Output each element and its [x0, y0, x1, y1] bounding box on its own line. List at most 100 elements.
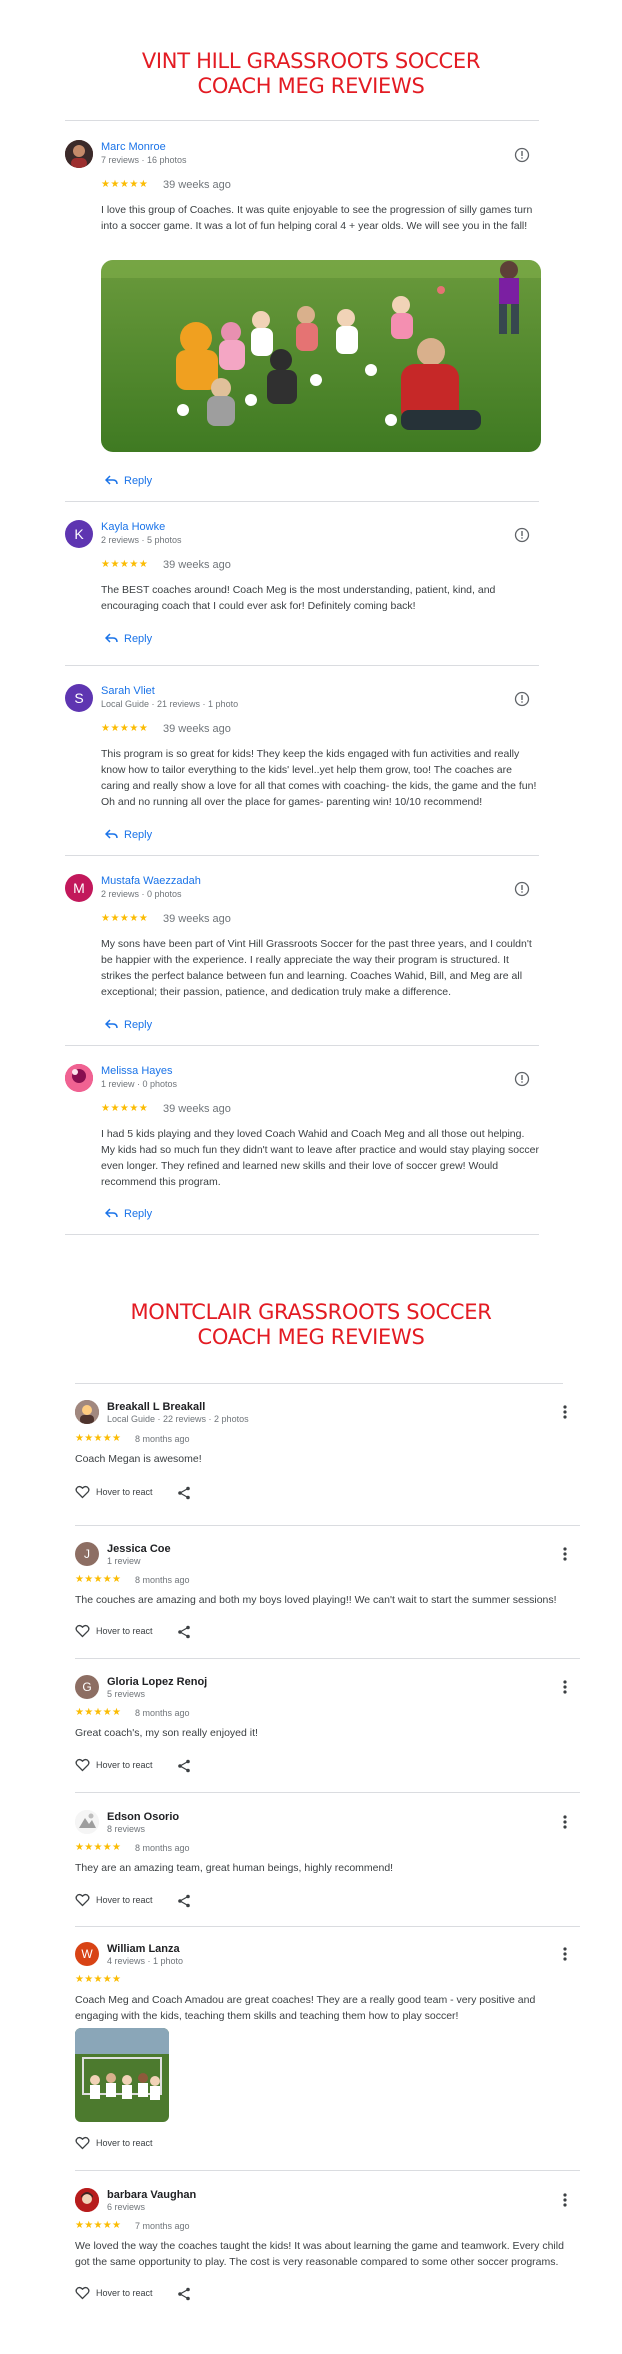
avatar[interactable] — [75, 1400, 99, 1424]
reviewer-meta: 7 reviews · 16 photos — [101, 155, 187, 165]
share-icon[interactable] — [177, 1759, 191, 1773]
review-date: 8 months ago — [135, 1575, 190, 1585]
react-label: Hover to react — [96, 1626, 153, 1636]
avatar[interactable]: J — [75, 1542, 99, 1566]
share-icon[interactable] — [177, 1486, 191, 1500]
react-label: Hover to react — [96, 2288, 153, 2298]
heart-icon — [75, 1485, 90, 1499]
divider — [65, 501, 539, 502]
more-options-icon[interactable] — [558, 1679, 572, 1695]
info-icon[interactable] — [514, 691, 530, 707]
react-label: Hover to react — [96, 2138, 153, 2148]
info-icon[interactable] — [514, 1071, 530, 1087]
reviewer-meta: 2 reviews · 5 photos — [101, 535, 182, 545]
review-date: 7 months ago — [135, 2221, 190, 2231]
review-text: The BEST coaches around! Coach Meg is th… — [101, 584, 496, 612]
reviewer-name[interactable]: barbara Vaughan — [107, 2189, 196, 2201]
reviewer-meta: 6 reviews — [107, 2202, 146, 2212]
reviewer-name[interactable]: William Lanza — [107, 1943, 180, 1955]
review-text: My sons have been part of Vint Hill Gras… — [101, 938, 532, 998]
review-card: M Mustafa Waezzadah 2 reviews · 0 photos… — [65, 874, 539, 1044]
review-date: 39 weeks ago — [163, 179, 231, 191]
team-photo — [75, 2028, 169, 2122]
review-photo[interactable] — [75, 2028, 169, 2122]
review-date: 8 months ago — [135, 1708, 190, 1718]
reply-icon — [105, 829, 118, 839]
reviewer-name[interactable]: Sarah Vliet — [101, 685, 155, 697]
review-text: The couches are amazing and both my boys… — [75, 1594, 557, 1606]
info-icon[interactable] — [514, 881, 530, 897]
reviewer-name[interactable]: Marc Monroe — [101, 141, 166, 153]
divider — [75, 1383, 563, 1384]
share-icon[interactable] — [177, 1625, 191, 1639]
reviewer-name[interactable]: Jessica Coe — [107, 1543, 171, 1555]
reply-icon — [105, 1208, 118, 1218]
review-photo[interactable] — [101, 260, 541, 452]
reviewer-name[interactable]: Edson Osorio — [107, 1811, 179, 1823]
react-button[interactable]: Hover to react — [75, 2286, 153, 2300]
react-button[interactable]: Hover to react — [75, 1758, 153, 1772]
reply-button[interactable]: Reply — [105, 829, 152, 841]
share-icon[interactable] — [177, 2287, 191, 2301]
reviewer-meta: 5 reviews — [107, 1689, 146, 1699]
more-options-icon[interactable] — [558, 1946, 572, 1962]
profile-photo-icon — [65, 1064, 93, 1092]
avatar[interactable]: K — [65, 520, 93, 548]
more-options-icon[interactable] — [558, 1404, 572, 1420]
reply-label: Reply — [124, 1019, 153, 1031]
more-options-icon[interactable] — [558, 1814, 572, 1830]
share-icon[interactable] — [177, 1894, 191, 1908]
review-card: Edson Osorio 8 reviews ★★★★★ 8 months ag… — [75, 1810, 580, 1910]
avatar[interactable] — [75, 2188, 99, 2212]
review-date: 39 weeks ago — [163, 1103, 231, 1115]
info-icon[interactable] — [514, 147, 530, 163]
review-text: They are an amazing team, great human be… — [75, 1862, 394, 1874]
reply-button[interactable]: Reply — [105, 475, 152, 487]
star-rating: ★★★★★ — [75, 1974, 122, 1985]
reviewer-name[interactable]: Gloria Lopez Renoj — [107, 1676, 207, 1688]
profile-photo-icon — [75, 1400, 99, 1424]
star-rating: ★★★★★ — [75, 1707, 122, 1718]
react-button[interactable]: Hover to react — [75, 1893, 153, 1907]
reviewer-name[interactable]: Breakall L Breakall — [107, 1401, 205, 1413]
heart-icon — [75, 1758, 90, 1772]
star-rating: ★★★★★ — [101, 913, 149, 924]
review-card: S Sarah Vliet Local Guide · 21 reviews ·… — [65, 684, 539, 854]
more-options-icon[interactable] — [558, 2192, 572, 2208]
vint-hill-title: VINT HILL GRASSROOTS SOCCER COACH MEG RE… — [0, 49, 622, 99]
react-button[interactable]: Hover to react — [75, 2136, 153, 2150]
divider — [65, 665, 539, 666]
reply-label: Reply — [124, 1208, 153, 1220]
reply-button[interactable]: Reply — [105, 1019, 152, 1031]
reply-label: Reply — [124, 475, 153, 487]
reply-button[interactable]: Reply — [105, 633, 152, 645]
divider — [75, 1525, 580, 1526]
react-label: Hover to react — [96, 1895, 153, 1905]
react-button[interactable]: Hover to react — [75, 1624, 153, 1638]
avatar[interactable] — [65, 140, 93, 168]
heart-icon — [75, 2136, 90, 2150]
avatar[interactable] — [65, 1064, 93, 1092]
reply-button[interactable]: Reply — [105, 1208, 152, 1220]
reviewer-name[interactable]: Mustafa Waezzadah — [101, 875, 201, 887]
star-rating: ★★★★★ — [101, 179, 149, 190]
info-icon[interactable] — [514, 527, 530, 543]
reviewer-meta: Local Guide · 22 reviews · 2 photos — [107, 1414, 249, 1424]
reviewer-meta: Local Guide · 21 reviews · 1 photo — [101, 699, 239, 709]
star-rating: ★★★★★ — [101, 1103, 149, 1114]
avatar[interactable] — [75, 1810, 99, 1834]
more-options-icon[interactable] — [558, 1546, 572, 1562]
avatar[interactable]: S — [65, 684, 93, 712]
react-button[interactable]: Hover to react — [75, 1485, 153, 1499]
react-label: Hover to react — [96, 1760, 153, 1770]
review-date: 39 weeks ago — [163, 559, 231, 571]
divider — [65, 855, 539, 856]
avatar[interactable]: M — [65, 874, 93, 902]
reviewer-name[interactable]: Melissa Hayes — [101, 1065, 173, 1077]
divider — [65, 120, 539, 121]
avatar[interactable]: W — [75, 1942, 99, 1966]
avatar[interactable]: G — [75, 1675, 99, 1699]
divider — [75, 1926, 580, 1927]
reviewer-name[interactable]: Kayla Howke — [101, 521, 165, 533]
soccer-kids-photo — [101, 260, 541, 452]
